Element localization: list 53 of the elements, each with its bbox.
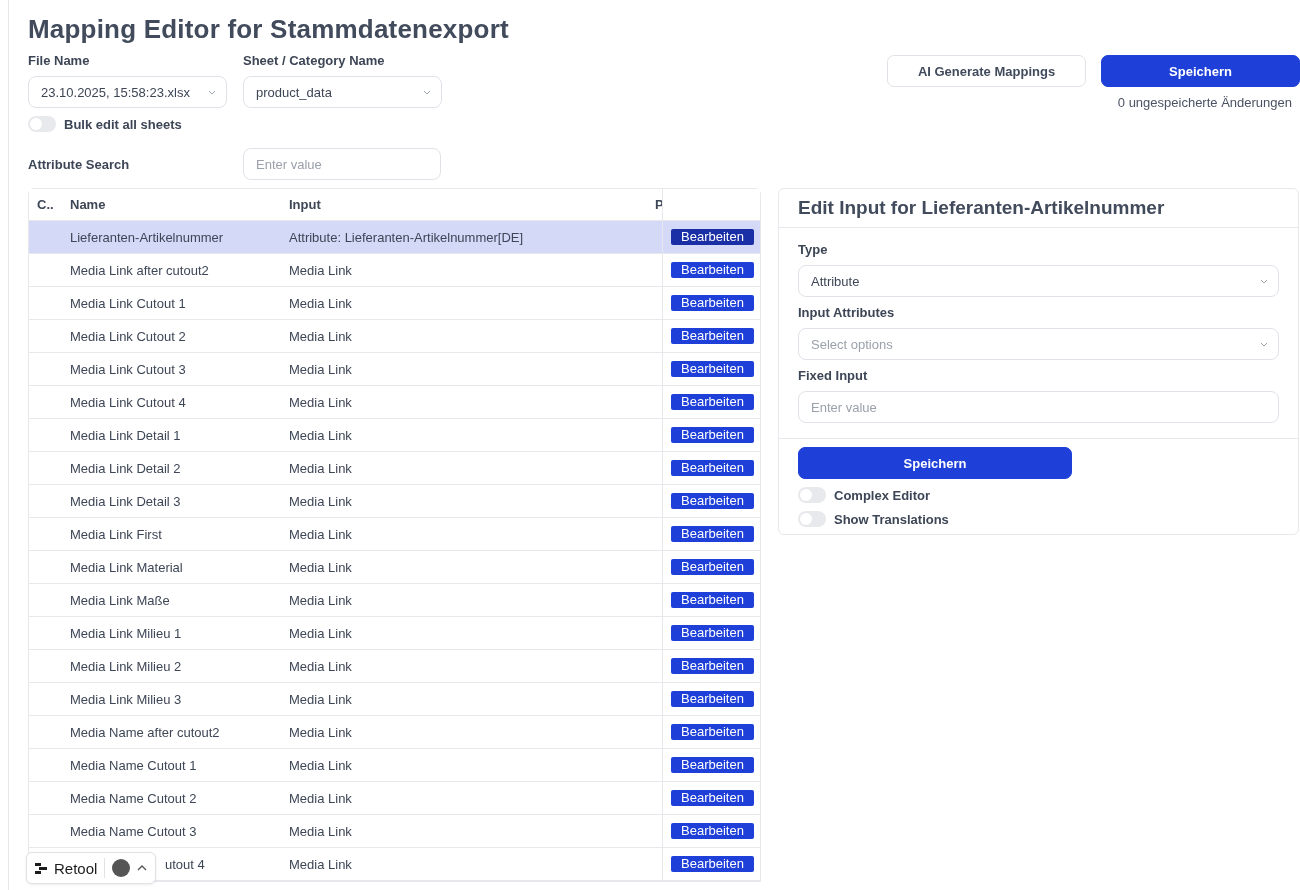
panel-title: Edit Input for Lieferanten-Artikelnummer: [798, 197, 1166, 219]
table-cell-text: Media Name after cutout2: [69, 724, 220, 740]
table-cell-text: Media Name Cutout 3: [69, 823, 197, 839]
toggle-label: Complex Editor: [834, 487, 931, 503]
table-cell-text: Media Link: [288, 427, 352, 443]
brand-name: Retool: [54, 859, 98, 877]
table-cell-text: Media Link Milieu 2: [69, 658, 182, 674]
table-cell-text: Media Link: [288, 724, 352, 740]
table-cell-text: Media Link Cutout 3: [69, 361, 186, 377]
table-cell-text: Media Link: [288, 295, 352, 311]
field-label: Type: [798, 242, 829, 257]
table-cell-text: Media Link Cutout 2: [69, 328, 186, 344]
table-cell-text: Media Link: [288, 328, 352, 344]
table-cell-text: Media Link: [288, 394, 352, 410]
table-cell-text: Media Link: [288, 493, 352, 509]
table-cell-text: Media Name Cutout 1: [69, 757, 197, 773]
table-cell-text: Media Link: [288, 658, 352, 674]
table-cell-text: Media Link: [288, 559, 352, 575]
table-cell-text: Media Link after cutout2: [69, 262, 209, 278]
table-cell-text: Media Link: [288, 757, 352, 773]
table-cell-text: Media Link: [288, 790, 352, 806]
table-cell-text: Lieferanten-Artikelnummer: [69, 229, 224, 245]
field-label: Attribute Search: [28, 156, 131, 172]
table-cell-text: Media Link Material: [69, 559, 183, 575]
table-cell-text: Media Link Cutout 1: [69, 295, 186, 311]
table-cell-text: Media Link: [288, 625, 352, 641]
page-title: Mapping Editor for Stammdatenexport: [28, 14, 510, 45]
table-cell-text: Media Link: [288, 262, 352, 278]
toggle-label: Bulk edit all sheets: [64, 116, 182, 132]
table-cell-text: Media Link: [288, 361, 352, 377]
table-cell-text: Media Link Maße: [69, 592, 170, 608]
table-cell-text: Media Link Detail 2: [69, 460, 181, 476]
table-cell-text: Media Link: [288, 460, 352, 476]
table-cell-text: Media Link: [288, 526, 352, 542]
table-cell-text: Media Link: [288, 592, 352, 608]
table-cell-text: Media Link Detail 3: [69, 493, 181, 509]
table-cell-text: Media Link Milieu 1: [69, 625, 182, 641]
toggle-label: Show Translations: [834, 511, 949, 527]
field-label: Sheet / Category Name: [243, 53, 386, 68]
field-label: Fixed Input: [798, 368, 869, 383]
unsaved-changes-text: 0 ungespeicherte Änderungen: [1117, 95, 1293, 110]
table-cell-text: Attribute: Lieferanten-Artikelnummer[DE]: [288, 229, 524, 245]
table-cell-text: Media Link Cutout 4: [69, 394, 186, 410]
table-cell-text: Media Link: [288, 691, 352, 707]
field-label: Input Attributes: [798, 305, 896, 320]
field-label: File Name: [28, 53, 91, 68]
table-cell-text: Media Link: [288, 856, 352, 872]
table-cell-text: Media Link: [288, 823, 352, 839]
table-cell-text: Media Link Milieu 3: [69, 691, 182, 707]
table-cell-text: Media Name Cutout 2: [69, 790, 197, 806]
table-cell-text: Media Link First: [69, 526, 162, 542]
table-cell-text: Media Link Detail 1: [69, 427, 181, 443]
table-cell-text: utout 4: [164, 856, 205, 872]
